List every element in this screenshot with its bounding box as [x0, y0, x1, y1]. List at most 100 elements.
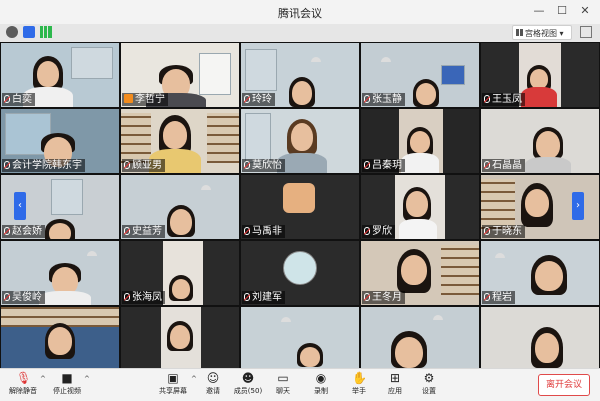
- muted-mic-icon: [364, 161, 370, 169]
- participant-name-tag: 吴俊岭: [2, 291, 45, 304]
- share-screen-button[interactable]: ▣ 共享屏幕: [156, 372, 190, 400]
- video-tile[interactable]: 顾亚男: [121, 109, 239, 173]
- video-tile[interactable]: 白奕: [1, 43, 119, 107]
- muted-mic-icon: [484, 95, 490, 103]
- unmute-button[interactable]: 🎙 解除静音: [6, 372, 40, 400]
- chevron-up-icon[interactable]: ^: [191, 375, 197, 383]
- members-icon: ☻: [241, 371, 255, 385]
- signal-icon[interactable]: [40, 26, 52, 38]
- apps-icon: ⊞: [389, 371, 401, 385]
- avatar: [283, 183, 315, 213]
- video-tile[interactable]: 刘建军: [241, 241, 359, 305]
- muted-mic-icon: [244, 293, 250, 301]
- muted-mic-icon: [364, 95, 370, 103]
- participant-name-tag: 张玉静: [362, 93, 405, 106]
- gear-icon: ⚙: [423, 371, 435, 385]
- maximize-button[interactable]: ☐: [551, 2, 573, 20]
- minimize-button[interactable]: —: [528, 2, 550, 20]
- members-button[interactable]: ☻ 成员(50): [232, 372, 264, 400]
- video-tile[interactable]: 石晶晶: [481, 109, 599, 173]
- video-tile[interactable]: 罗欣: [361, 175, 479, 239]
- video-tile[interactable]: 张海凤: [121, 241, 239, 305]
- close-button[interactable]: ✕: [574, 2, 596, 20]
- fullscreen-icon[interactable]: [580, 26, 592, 38]
- add-user-icon: ☺: [206, 371, 220, 385]
- participant-name-tag: 马禹非: [242, 225, 285, 238]
- invite-button[interactable]: ☺ 邀请: [200, 372, 226, 400]
- record-button[interactable]: ◉ 录制: [308, 372, 334, 400]
- camera-icon: ■: [61, 371, 73, 385]
- meeting-toolbar: 宫格视图 ▾: [0, 24, 600, 42]
- participant-name-tag: 张海凤: [122, 291, 165, 304]
- video-tile[interactable]: [361, 307, 479, 368]
- grid-icon: [516, 29, 523, 36]
- video-tile[interactable]: 王玉凤: [481, 43, 599, 107]
- shield-icon[interactable]: [23, 26, 35, 38]
- hand-icon: ✋: [352, 371, 367, 385]
- video-tile[interactable]: 会计学院韩东宇: [1, 109, 119, 173]
- microphone-muted-icon: 🎙: [16, 371, 32, 385]
- muted-mic-icon: [124, 227, 130, 235]
- participant-name-tag: 王玉凤: [482, 93, 525, 106]
- video-tile[interactable]: 莫欣怡: [241, 109, 359, 173]
- muted-mic-icon: [4, 227, 10, 235]
- participant-name-tag: 史益芳: [122, 225, 165, 238]
- next-page-button[interactable]: ›: [572, 192, 584, 220]
- gallery-view-button[interactable]: 宫格视图 ▾: [512, 25, 572, 40]
- video-tile[interactable]: 吕秦玥: [361, 109, 479, 173]
- window-title: 腾讯会议: [278, 7, 322, 20]
- apps-button[interactable]: ⊞ 应用: [382, 372, 408, 400]
- video-tile[interactable]: 李哲宁: [121, 43, 239, 107]
- meeting-control-bar: 🎙 解除静音 ^ ■ 停止视频 ^ ▣ 共享屏幕 ^ ☺ 邀请 ☻ 成员(50)…: [0, 368, 600, 401]
- video-tile[interactable]: 张玉静: [361, 43, 479, 107]
- participant-name-tag: 刘建军: [242, 291, 285, 304]
- stop-video-button[interactable]: ■ 停止视频: [50, 372, 84, 400]
- participant-name-tag: 白奕: [2, 93, 35, 106]
- participant-name-tag: 王冬月: [362, 291, 405, 304]
- video-tile[interactable]: [241, 307, 359, 368]
- chevron-up-icon[interactable]: ^: [84, 375, 90, 383]
- record-icon: ◉: [315, 371, 327, 385]
- participant-name-tag: 顾亚男: [122, 159, 165, 172]
- share-screen-icon: ▣: [167, 371, 179, 385]
- muted-mic-icon: [244, 227, 250, 235]
- leave-meeting-button[interactable]: 离开会议: [538, 374, 590, 396]
- video-tile[interactable]: [1, 307, 119, 368]
- muted-mic-icon: [484, 227, 490, 235]
- video-tile[interactable]: [121, 307, 239, 368]
- muted-mic-icon: [4, 161, 10, 169]
- muted-mic-icon: [484, 293, 490, 301]
- participant-name-tag: 吕秦玥: [362, 159, 405, 172]
- muted-mic-icon: [124, 161, 130, 169]
- video-tile[interactable]: 史益芳: [121, 175, 239, 239]
- chevron-down-icon: ▾: [559, 29, 564, 38]
- video-tile[interactable]: [481, 307, 599, 368]
- participant-name-tag: 会计学院韩东宇: [2, 159, 85, 172]
- participant-name-tag: 赵会娇: [2, 225, 45, 238]
- chat-button[interactable]: ▭ 聊天: [270, 372, 296, 400]
- video-tile[interactable]: 吴俊岭: [1, 241, 119, 305]
- muted-mic-icon: [124, 293, 130, 301]
- settings-button[interactable]: ⚙ 设置: [416, 372, 442, 400]
- prev-page-button[interactable]: ‹: [14, 192, 26, 220]
- muted-mic-icon: [244, 95, 250, 103]
- participant-name-tag: 李哲宁: [122, 93, 168, 106]
- muted-mic-icon: [484, 161, 490, 169]
- muted-mic-icon: [244, 161, 250, 169]
- video-tile[interactable]: 马禹非: [241, 175, 359, 239]
- participant-name-tag: 罗欣: [362, 225, 395, 238]
- info-icon[interactable]: [6, 26, 18, 38]
- video-tile[interactable]: 程岩: [481, 241, 599, 305]
- chat-icon: ▭: [277, 371, 289, 385]
- muted-mic-icon: [4, 293, 10, 301]
- title-bar: 腾讯会议 — ☐ ✕: [0, 0, 600, 24]
- video-grid: 白奕 李哲宁 玲玲 张玉静 王玉凤 会计学院韩东宇 顾亚男 莫欣怡 吕秦玥 石晶…: [0, 42, 600, 368]
- raise-hand-button[interactable]: ✋ 举手: [346, 372, 372, 400]
- avatar: [283, 251, 317, 285]
- video-tile[interactable]: 王冬月: [361, 241, 479, 305]
- participant-name-tag: 程岩: [482, 291, 515, 304]
- muted-mic-icon: [4, 95, 10, 103]
- chevron-up-icon[interactable]: ^: [40, 375, 46, 383]
- video-tile[interactable]: 玲玲: [241, 43, 359, 107]
- muted-mic-icon: [364, 227, 370, 235]
